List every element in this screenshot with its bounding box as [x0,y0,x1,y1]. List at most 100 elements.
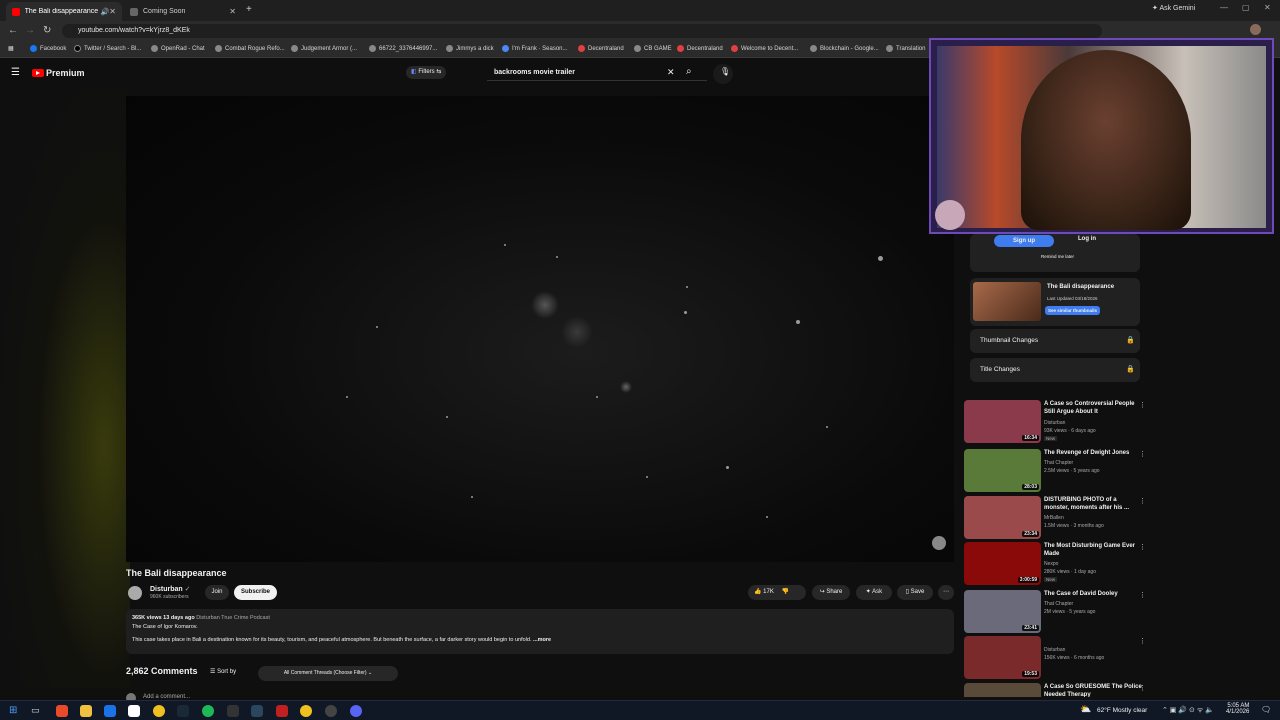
back-icon[interactable]: ← [8,25,18,36]
channel-watermark-icon[interactable] [932,536,946,550]
ask-button[interactable]: ✦ Ask [856,585,892,600]
join-button[interactable]: Join [205,585,229,600]
weather-text[interactable]: 62°F Mostly clear [1097,707,1147,714]
steam-icon[interactable] [177,705,189,717]
spotify-icon[interactable] [202,705,214,717]
more-actions-icon[interactable]: ⋯ [938,585,954,600]
close-tab-icon[interactable]: ✕ [109,7,116,16]
maximize-icon[interactable]: ▢ [1242,3,1250,12]
mail-icon[interactable] [104,705,116,717]
recommended-video[interactable]: A Case So GRUESOME The Police Needed The… [964,683,1149,697]
app-icon[interactable] [227,705,239,717]
recommended-video[interactable]: 23:34 DISTURBING PHOTO of a monster, mom… [964,496,1149,540]
more-options-icon[interactable]: ⋮ [1139,497,1146,505]
video-thumbnail[interactable] [964,683,1041,697]
forward-icon[interactable]: → [25,25,35,36]
chrome-icon[interactable] [300,705,312,717]
description-box[interactable]: 365K views 13 days ago Disturban True Cr… [126,609,954,654]
similar-thumbnails-button[interactable]: See similar thumbnails [1045,306,1101,315]
subscribe-button[interactable]: Subscribe [234,585,277,600]
bookmark-item[interactable]: Twitter / Search - Bl... [74,45,141,52]
recommended-video[interactable]: 16:34 A Case so Controversial People Sti… [964,400,1149,444]
windows-start-icon[interactable]: ⊞ [9,705,17,716]
notification-icon[interactable]: 🗨 [1261,705,1271,714]
rec-title[interactable]: A Case So GRUESOME The Police Needed The… [1044,683,1142,697]
file-explorer-icon[interactable] [80,705,92,717]
title-changes-row[interactable]: Title Changes 🔒 [970,358,1140,382]
rec-channel[interactable]: That Chapter [1044,601,1073,607]
rec-channel[interactable]: Disturban [1044,420,1065,426]
share-button[interactable]: ↪ Share [812,585,850,600]
bookmark-item[interactable]: Judgement Armor (... [291,45,357,52]
video-thumbnail[interactable]: 28:03 [964,449,1041,492]
video-thumbnail[interactable]: 16:34 [964,400,1041,443]
more-options-icon[interactable]: ⋮ [1139,684,1146,692]
more-options-icon[interactable]: ⋮ [1139,543,1146,551]
sort-by-button[interactable]: ☰ Sort by [210,668,236,675]
bookmark-item[interactable]: Decentraland [578,45,624,52]
tray-icons[interactable]: ⌃ ▣ 🔊 ⊙ ᯤ 🔈 [1162,706,1214,715]
save-button[interactable]: ▯ Save [897,585,933,600]
bookmark-item[interactable]: Translation [886,45,925,52]
bookmark-item[interactable]: Facebook [30,45,66,52]
app-icon[interactable] [56,705,68,717]
obs-icon[interactable] [325,705,337,717]
thumbs-down-icon[interactable]: 👎 [782,589,789,595]
rec-title[interactable]: A Case so Controversial People Still Arg… [1044,400,1142,416]
new-tab-button[interactable]: + [246,4,252,15]
rec-title[interactable]: The Revenge of Dwight Jones [1044,449,1142,457]
rec-channel[interactable]: Nexpo [1044,561,1058,567]
rec-channel[interactable]: MrBallen [1044,515,1064,521]
bookmark-item[interactable]: Jimmys a dick [446,45,494,52]
rec-channel[interactable]: That Chapter [1044,460,1073,466]
channel-name[interactable]: Disturban ✓ [150,585,191,593]
video-thumbnail[interactable]: 23:34 [964,496,1041,539]
app-icon[interactable] [276,705,288,717]
app-icon[interactable] [251,705,263,717]
channel-avatar[interactable] [128,586,142,600]
hamburger-menu-icon[interactable]: ☰ [11,67,20,78]
recommended-video[interactable]: 19:53 Disturban 156K views · 6 months ag… [964,636,1149,680]
comment-filter-select[interactable]: All Comment Threads (Choose Filter) ⌄ [258,666,398,681]
bookmark-item[interactable]: CB GAME [634,45,672,52]
bookmark-item[interactable]: Welcome to Decent... [731,45,798,52]
more-link[interactable]: ...more [533,637,551,643]
bookmark-item[interactable]: I'm Frank · Season... [502,45,568,52]
rec-title[interactable]: The Most Disturbing Game Ever Made [1044,542,1142,558]
close-window-icon[interactable]: ✕ [1264,3,1271,12]
thumbs-up-icon[interactable]: 👍 [754,589,761,595]
login-link[interactable]: Log in [1078,236,1096,242]
bookmark-item[interactable]: Combat Rogue Refo... [215,45,285,52]
more-options-icon[interactable]: ⋮ [1139,401,1146,409]
recommended-video[interactable]: 23:41 The Case of David Dooley That Chap… [964,590,1149,634]
thumbnail-changes-row[interactable]: Thumbnail Changes 🔒 [970,329,1140,353]
minimize-icon[interactable]: — [1220,3,1228,12]
tab-youtube[interactable]: The Bali disappearance - YouTube 🔊 ✕ [6,2,122,21]
tab-coming-soon[interactable]: Coming Soon ✕ [124,2,242,21]
profile-avatar[interactable] [1250,24,1261,35]
filters-button[interactable]: ◧ Filters ⇆ [406,66,447,79]
bookmark-item[interactable]: 66722_3376446997... [369,45,437,52]
close-tab-icon[interactable]: ✕ [229,7,236,16]
recommended-video[interactable]: 28:03 The Revenge of Dwight Jones That C… [964,449,1149,493]
remind-later-link[interactable]: Remind me later [1041,254,1074,259]
task-view-icon[interactable]: ▭ [31,705,40,716]
youtube-logo[interactable]: Premium [32,68,85,78]
rec-channel[interactable]: Disturban [1044,647,1065,653]
bookmark-item[interactable]: OpenRad - Chat [151,45,205,52]
like-count[interactable]: 17K [763,589,774,595]
store-icon[interactable] [128,705,140,717]
signup-button[interactable]: Sign up [994,235,1054,247]
url-field[interactable]: youtube.com/watch?v=kYjrz8_dKEk [62,24,1102,38]
more-options-icon[interactable]: ⋮ [1139,591,1146,599]
more-options-icon[interactable]: ⋮ [1139,450,1146,458]
discord-icon[interactable] [350,705,362,717]
video-player[interactable] [126,96,954,562]
podcast-tag[interactable]: Disturban True Crime Podcast [196,615,270,621]
rec-title[interactable]: The Case of David Dooley [1044,590,1142,598]
more-options-icon[interactable]: ⋮ [1139,637,1146,645]
rec-title[interactable]: DISTURBING PHOTO of a monster, moments a… [1044,496,1142,512]
ask-gemini-button[interactable]: ✦ Ask Gemini [1152,4,1195,12]
recommended-video[interactable]: 3:00:59 The Most Disturbing Game Ever Ma… [964,542,1149,586]
bookmark-item[interactable]: Blockchain - Google... [810,45,879,52]
